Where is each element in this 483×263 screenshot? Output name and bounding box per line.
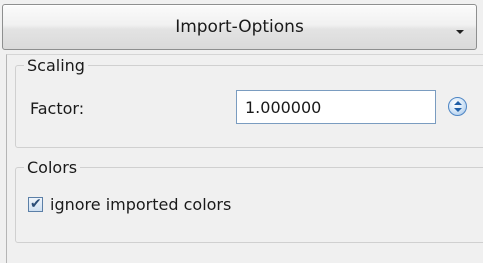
colors-group-label: Colors: [24, 158, 81, 177]
colors-group: Colors ✔ ignore imported colors: [15, 158, 483, 243]
checkmark-icon: ✔: [30, 196, 42, 212]
scaling-group-label: Scaling: [24, 56, 88, 75]
options-content: Scaling Factor: Colors ✔ ignore imported…: [6, 54, 483, 263]
spin-updown-icon[interactable]: [448, 97, 467, 116]
import-options-header[interactable]: Import-Options: [2, 4, 477, 50]
ignore-imported-colors-label[interactable]: ignore imported colors: [50, 195, 231, 214]
scaling-group: Scaling Factor:: [15, 56, 483, 148]
spin-down-arrow-icon[interactable]: [454, 108, 462, 112]
factor-label: Factor:: [30, 99, 85, 118]
triangle-down-icon[interactable]: [456, 30, 464, 34]
header-title: Import-Options: [175, 17, 304, 37]
spin-up-arrow-icon[interactable]: [454, 101, 462, 105]
ignore-imported-colors-checkbox[interactable]: ✔: [28, 196, 43, 212]
factor-input[interactable]: [236, 90, 436, 124]
import-options-panel: Import-Options Scaling Factor: Colors ✔ …: [0, 0, 483, 263]
